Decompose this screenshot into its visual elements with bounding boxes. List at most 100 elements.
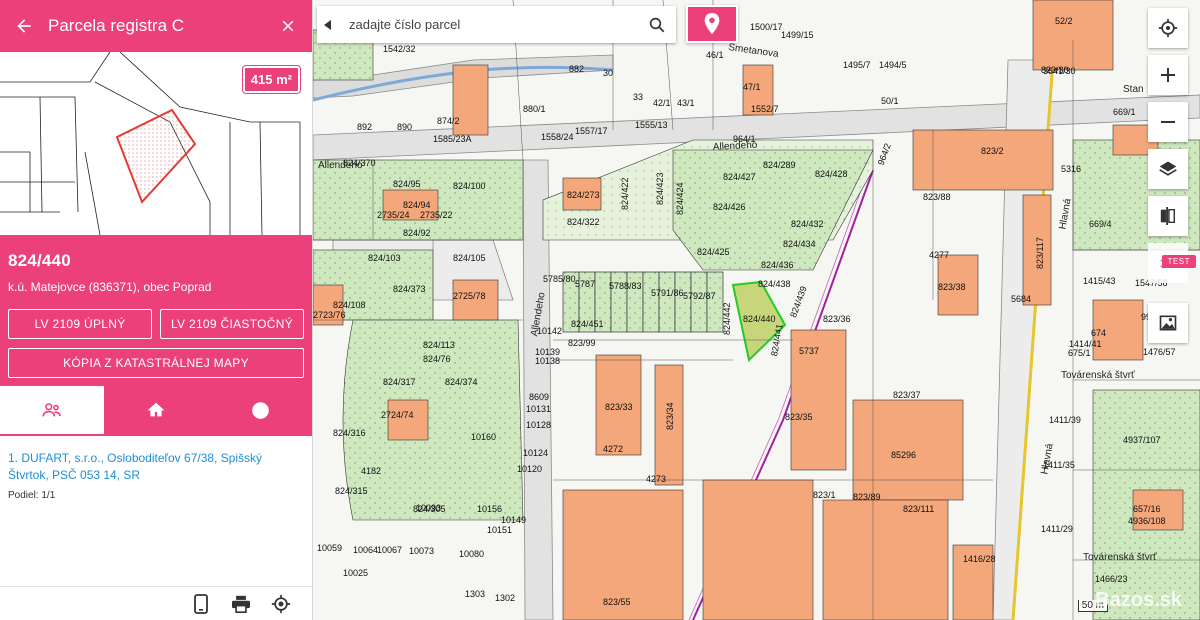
parcel-label: 669/4 — [1089, 219, 1112, 229]
area-badge: 415 m² — [242, 66, 300, 93]
parcel-panel: Parcela registra C 415 m² 824/440 k.ú. M… — [0, 0, 313, 620]
parcel-label: 823/99 — [568, 338, 596, 348]
arrow-left-icon — [17, 19, 31, 33]
parcel-label: 2723/76 — [313, 310, 346, 320]
parcel-label: 2725/78 — [453, 291, 486, 301]
parcel-label: 10059 — [317, 543, 342, 553]
search-button[interactable] — [638, 6, 676, 43]
parcel-label: 1415/43 — [1083, 276, 1116, 286]
parcel-label: 2724/74 — [381, 410, 414, 420]
tab-building[interactable] — [104, 386, 208, 434]
parcel-label: 1466/23 — [1095, 574, 1128, 584]
parcel-label: 824/442 — [722, 302, 732, 335]
panel-header: Parcela registra C — [0, 0, 312, 52]
parcel-label: 824/95 — [393, 179, 421, 189]
parcel-label: 4277 — [929, 250, 949, 260]
parcel-label: 824/94 — [403, 200, 431, 210]
parcel-label: 824/436 — [761, 260, 794, 270]
search-icon — [649, 17, 665, 32]
parcel-label: 824/103 — [368, 253, 401, 263]
parcel-label: 10025 — [343, 568, 368, 578]
collapse-panel-button[interactable] — [317, 6, 339, 43]
street-stan: Stan — [1123, 84, 1144, 95]
parcel-label: 824/422 — [620, 177, 630, 210]
parcel-label: 823/88 — [923, 192, 951, 202]
parcel-label: 1495/7 — [843, 60, 871, 70]
close-button[interactable] — [264, 0, 312, 52]
parcel-label: 5791/86 — [651, 288, 684, 298]
parcel-label: 10080 — [459, 549, 484, 559]
phone-button[interactable] — [190, 593, 212, 615]
owner-link[interactable]: 1. DUFART, s.r.o., Osloboditeľov 67/38, … — [8, 450, 304, 484]
parcel-preview-map: 415 m² — [0, 52, 312, 235]
parcel-label: 1552/7 — [751, 104, 779, 114]
locate-button[interactable] — [270, 593, 292, 615]
compare-button[interactable] — [1148, 196, 1188, 236]
parcel-label: 5316 — [1061, 164, 1081, 174]
tab-info[interactable] — [208, 386, 312, 434]
watermark: Bazos.sk — [1095, 589, 1182, 611]
target-icon — [271, 594, 291, 613]
back-button[interactable] — [0, 0, 48, 52]
parcel-label: 10124 — [523, 448, 548, 458]
parcel-label: 1542/32 — [383, 44, 416, 54]
parcel-label: 824/289 — [763, 160, 796, 170]
cadastral-map-copy-button[interactable]: KÓPIA Z KATASTRÁLNEJ MAPY — [8, 348, 304, 378]
parcel-label: 1555/13 — [635, 120, 668, 130]
parcel-label: 824/374 — [445, 377, 478, 387]
parcel-label: 10093 — [416, 503, 441, 513]
parcel-label: 824/316 — [333, 428, 366, 438]
parcel-label: 4272 — [603, 444, 623, 454]
print-button[interactable] — [230, 593, 252, 615]
street-allendeho-west: Allendeho — [318, 160, 363, 171]
parcel-label: 824/108 — [333, 300, 366, 310]
parcel-label: 824/428 — [815, 169, 848, 179]
parcel-label: 823/89 — [853, 492, 881, 502]
owner-section: 1. DUFART, s.r.o., Osloboditeľov 67/38, … — [0, 436, 312, 501]
lv-full-button[interactable]: LV 2109 ÚPLNÝ — [8, 309, 152, 339]
parcel-label: 1500/17 — [750, 22, 783, 32]
parcel-label: 10073 — [409, 546, 434, 556]
label-selected-parcel: 824/440 — [743, 314, 776, 324]
parcel-label: 824/438 — [758, 279, 791, 289]
parcel-label: 824/424 — [675, 182, 685, 215]
parcel-label: 47/1 — [743, 82, 761, 92]
parcel-label: 1557/17 — [575, 126, 608, 136]
parcel-label: 4937/107 — [1123, 435, 1161, 445]
parcel-search-input[interactable] — [339, 17, 638, 32]
parcel-label: 10067 — [377, 545, 402, 555]
parcel-label: 823/117 — [1035, 237, 1045, 269]
zoom-in-button[interactable] — [1148, 55, 1188, 95]
map-canvas[interactable]: 824/440 824/438 824/436 824/434 824/432 … — [313, 0, 1200, 620]
parcel-label: 824/373 — [393, 284, 426, 294]
parcel-location-button[interactable] — [686, 5, 738, 43]
parcel-label: 50/1 — [881, 96, 899, 106]
layers-button[interactable] — [1148, 149, 1188, 189]
tab-owners[interactable] — [0, 386, 104, 434]
parcel-label: 43/1 — [677, 98, 695, 108]
street-tovarenska-1: Továrenská štvrť — [1061, 370, 1135, 381]
parcel-label: 824/423 — [655, 172, 665, 205]
photo-map-button[interactable] — [1148, 303, 1188, 343]
parcel-label: 4182 — [361, 466, 381, 476]
lv-buttons: LV 2109 ÚPLNÝ LV 2109 ČIASTOČNÝ — [8, 309, 304, 339]
my-location-button[interactable] — [1148, 8, 1188, 48]
parcel-label: 3641/30 — [1043, 66, 1076, 76]
app-root: Parcela registra C 415 m² 824/440 k.ú. M… — [0, 0, 1200, 620]
parcel-label: 10151 — [487, 525, 512, 535]
lv-partial-button[interactable]: LV 2109 ČIASTOČNÝ — [160, 309, 304, 339]
info-icon — [251, 401, 269, 419]
parcel-label: 824/100 — [453, 181, 486, 191]
parcel-label: 824/273 — [567, 190, 600, 200]
parcel-label: 880/1 — [523, 104, 546, 114]
parcel-label: 33 — [633, 92, 643, 102]
zoom-out-button[interactable] — [1148, 102, 1188, 142]
parcel-label: 824/434 — [783, 239, 816, 249]
parcel-label: 10160 — [471, 432, 496, 442]
cadastral-map[interactable]: 824/440 824/438 824/436 824/434 824/432 … — [313, 0, 1200, 620]
parcel-label: 882 — [569, 64, 584, 74]
map-photo-icon — [1159, 315, 1177, 331]
parcel-label: 1585/23A — [433, 134, 472, 144]
parcel-label: 10128 — [526, 420, 551, 430]
parcel-label: 823/2 — [981, 146, 1004, 156]
